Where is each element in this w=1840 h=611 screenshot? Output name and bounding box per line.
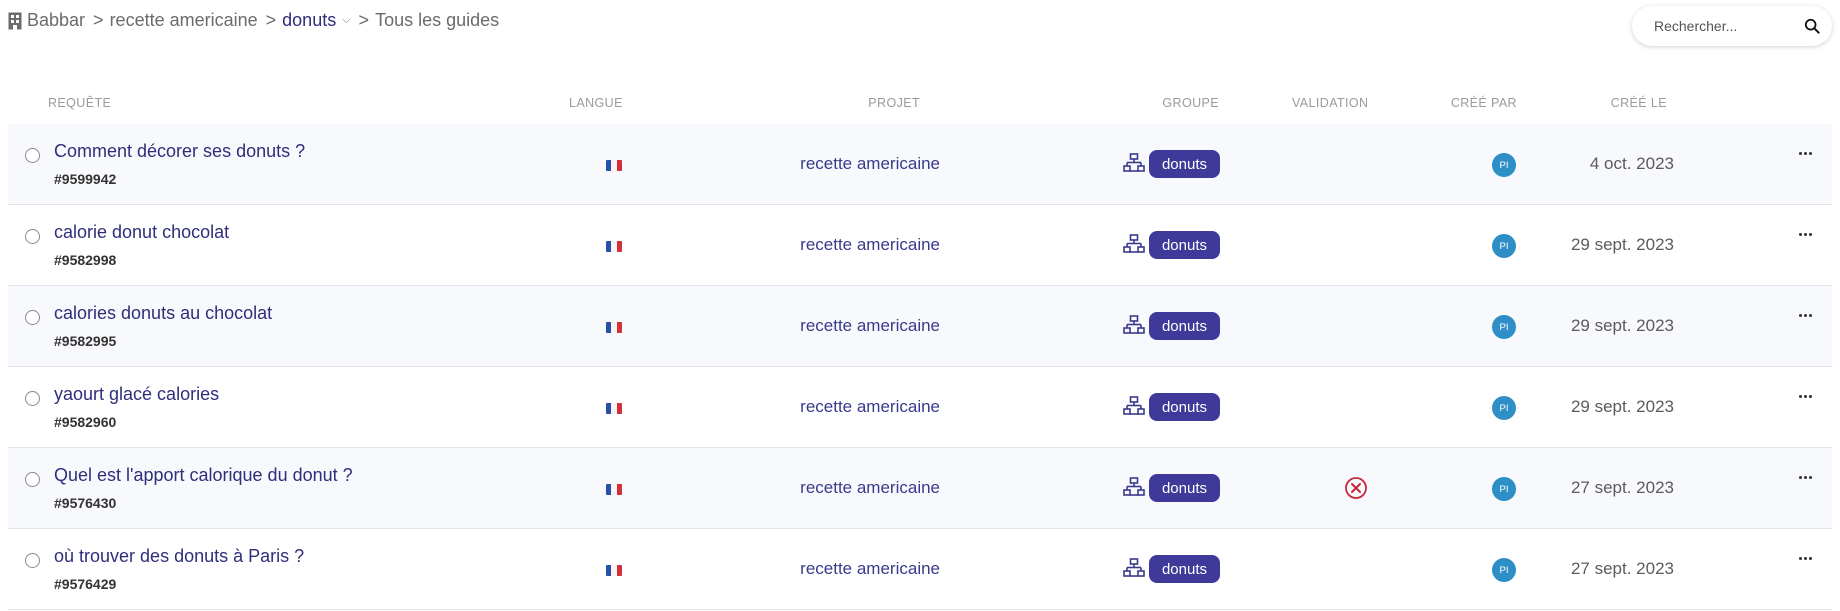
created-date: 29 sept. 2023 (1570, 397, 1674, 416)
created-date: 29 sept. 2023 (1570, 235, 1674, 254)
avatar: PI (1492, 153, 1516, 177)
more-options-icon[interactable] (1799, 314, 1812, 317)
french-flag-icon (606, 322, 622, 333)
table-row[interactable]: Comment décorer ses donuts ? #9599942 re… (8, 124, 1832, 205)
validation-rejected-icon[interactable] (1344, 476, 1368, 500)
group-badge[interactable]: donuts (1149, 150, 1220, 178)
query-title-link[interactable]: calorie donut chocolat (54, 222, 229, 243)
search-icon[interactable] (1804, 17, 1820, 35)
project-link[interactable]: recette americaine (800, 154, 940, 174)
search-input[interactable] (1654, 18, 1804, 34)
row-checkbox[interactable] (25, 229, 40, 244)
row-checkbox[interactable] (25, 472, 40, 487)
query-id: #9576430 (54, 495, 117, 511)
french-flag-icon (606, 160, 622, 171)
avatar: PI (1492, 558, 1516, 582)
more-options-icon[interactable] (1799, 395, 1812, 398)
group-hierarchy-icon (1123, 477, 1145, 496)
query-id: #9576429 (54, 576, 117, 592)
query-title-link[interactable]: yaourt glacé calories (54, 384, 219, 405)
group-badge[interactable]: donuts (1149, 555, 1220, 583)
avatar: PI (1492, 315, 1516, 339)
project-link[interactable]: recette americaine (800, 559, 940, 579)
query-title-link[interactable]: calories donuts au chocolat (54, 303, 272, 324)
more-options-icon[interactable] (1799, 233, 1812, 236)
table-row[interactable]: où trouver des donuts à Paris ? #9576429… (8, 529, 1832, 610)
query-id: #9582960 (54, 414, 117, 430)
breadcrumb-item-babbar[interactable]: Babbar (27, 10, 85, 31)
table-row[interactable]: yaourt glacé calories #9582960 recette a… (8, 367, 1832, 448)
group-badge[interactable]: donuts (1149, 231, 1220, 259)
more-options-icon[interactable] (1799, 152, 1812, 155)
group-hierarchy-icon (1123, 396, 1145, 415)
table-header: REQUÊTE LANGUE PROJET GROUPE VALIDATION … (0, 96, 1840, 112)
group-hierarchy-icon (1123, 234, 1145, 253)
avatar: PI (1492, 396, 1516, 420)
column-header-projet[interactable]: PROJET (868, 96, 920, 110)
search-box[interactable] (1632, 6, 1832, 46)
project-link[interactable]: recette americaine (800, 397, 940, 417)
chevron-down-icon[interactable]: ⌵ (342, 14, 350, 27)
group-badge[interactable]: donuts (1149, 474, 1220, 502)
table-row[interactable]: calorie donut chocolat #9582998 recette … (8, 205, 1832, 286)
column-header-cree-par[interactable]: CRÉÉ PAR (1451, 96, 1517, 110)
group-badge[interactable]: donuts (1149, 393, 1220, 421)
french-flag-icon (606, 484, 622, 495)
group-badge[interactable]: donuts (1149, 312, 1220, 340)
breadcrumb-item-project[interactable]: recette americaine (110, 10, 258, 31)
query-id: #9582998 (54, 252, 117, 268)
breadcrumb-separator: > (93, 10, 104, 30)
query-id: #9582995 (54, 333, 117, 349)
avatar: PI (1492, 234, 1516, 258)
breadcrumb-separator: > (358, 10, 370, 30)
column-header-langue[interactable]: LANGUE (569, 96, 623, 110)
more-options-icon[interactable] (1799, 476, 1812, 479)
table-row[interactable]: Quel est l'apport calorique du donut ? #… (8, 448, 1832, 529)
breadcrumb-item-all-guides[interactable]: Tous les guides (375, 10, 499, 31)
avatar: PI (1492, 477, 1516, 501)
group-hierarchy-icon (1123, 153, 1145, 172)
group-hierarchy-icon (1123, 558, 1145, 577)
created-date: 4 oct. 2023 (1589, 154, 1674, 173)
created-date: 27 sept. 2023 (1570, 478, 1674, 497)
project-link[interactable]: recette americaine (800, 478, 940, 498)
created-date: 27 sept. 2023 (1570, 559, 1674, 578)
project-link[interactable]: recette americaine (800, 316, 940, 336)
query-title-link[interactable]: où trouver des donuts à Paris ? (54, 546, 304, 567)
row-checkbox[interactable] (25, 148, 40, 163)
row-checkbox[interactable] (25, 553, 40, 568)
french-flag-icon (606, 403, 622, 414)
french-flag-icon (606, 565, 622, 576)
query-id: #9599942 (54, 171, 117, 187)
french-flag-icon (606, 241, 622, 252)
breadcrumb-separator: > (265, 10, 277, 30)
guides-table: Comment décorer ses donuts ? #9599942 re… (8, 124, 1832, 610)
column-header-validation[interactable]: VALIDATION (1292, 96, 1368, 110)
table-row[interactable]: calories donuts au chocolat #9582995 rec… (8, 286, 1832, 367)
breadcrumb-item-group[interactable]: donuts (282, 10, 336, 31)
row-checkbox[interactable] (25, 310, 40, 325)
breadcrumb: Babbar > recette americaine > donuts ⌵ >… (8, 10, 499, 31)
more-options-icon[interactable] (1799, 557, 1812, 560)
query-title-link[interactable]: Quel est l'apport calorique du donut ? (54, 465, 353, 486)
created-date: 29 sept. 2023 (1570, 316, 1674, 335)
building-icon (8, 12, 22, 30)
column-header-groupe[interactable]: GROUPE (1162, 96, 1219, 110)
column-header-cree-le[interactable]: CRÉÉ LE (1611, 96, 1667, 110)
query-title-link[interactable]: Comment décorer ses donuts ? (54, 141, 305, 162)
group-hierarchy-icon (1123, 315, 1145, 334)
project-link[interactable]: recette americaine (800, 235, 940, 255)
column-header-requete[interactable]: REQUÊTE (48, 96, 111, 110)
row-checkbox[interactable] (25, 391, 40, 406)
